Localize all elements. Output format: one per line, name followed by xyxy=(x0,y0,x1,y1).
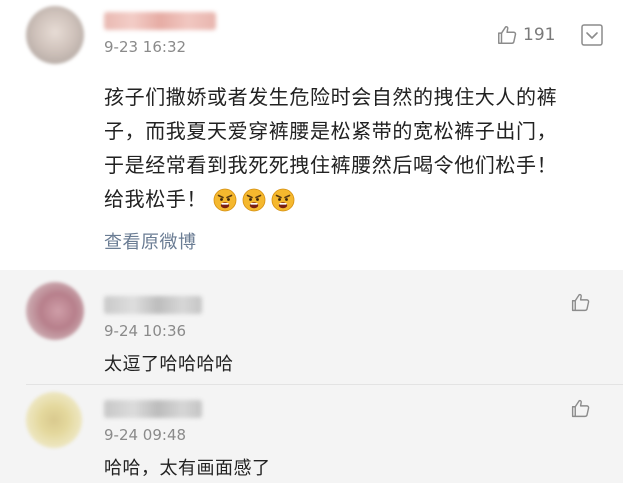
avatar[interactable] xyxy=(26,6,84,64)
emoji-row xyxy=(213,188,300,222)
thumbs-up-icon xyxy=(571,399,590,418)
reply-text: 哈哈，太有画面感了 xyxy=(104,458,271,479)
more-options-icon xyxy=(581,24,603,46)
reply-text: 太逗了哈哈哈哈 xyxy=(104,354,234,375)
main-comment: 9-23 16:32 191 孩子们撒娇或者发生危险时会自然的拽住大人的裤 子，… xyxy=(0,0,623,270)
thumbs-up-icon xyxy=(571,293,590,312)
angry-face-icon xyxy=(242,188,266,212)
reply-list: 9-24 10:36 太逗了哈哈哈哈 9-24 09:48 哈哈，太有画面感了 xyxy=(0,270,623,483)
like-button[interactable] xyxy=(570,398,591,419)
thumbs-up-icon xyxy=(498,26,517,44)
like-button[interactable] xyxy=(570,292,591,313)
avatar[interactable] xyxy=(26,282,84,340)
comment-line: 于是经常看到我死死拽住裤腰然后喝令他们松手！ xyxy=(104,153,558,177)
reply-timestamp: 9-24 09:48 xyxy=(104,426,187,444)
like-button[interactable]: 191 xyxy=(496,24,555,46)
like-count: 191 xyxy=(523,25,556,45)
username-blurred[interactable] xyxy=(104,12,216,30)
username-blurred[interactable] xyxy=(104,296,202,314)
view-original-link[interactable]: 查看原微博 xyxy=(104,228,197,254)
comment-line: 孩子们撒娇或者发生危险时会自然的拽住大人的裤 xyxy=(104,85,558,109)
more-options-button[interactable] xyxy=(581,24,603,46)
comment-line: 子，而我夏天爱穿裤腰是松紧带的宽松裤子出门， xyxy=(104,119,558,143)
username-blurred[interactable] xyxy=(104,400,202,418)
reply-item: 9-24 10:36 太逗了哈哈哈哈 xyxy=(0,270,623,376)
angry-face-icon xyxy=(271,188,295,212)
divider xyxy=(26,384,623,385)
reply-item: 9-24 09:48 哈哈，太有画面感了 xyxy=(0,388,623,494)
comment-line: 给我松手！ xyxy=(104,187,207,211)
angry-face-icon xyxy=(213,188,237,212)
avatar[interactable] xyxy=(26,392,82,448)
comment-line-last: 给我松手！ xyxy=(104,182,609,222)
comment-body: 孩子们撒娇或者发生危险时会自然的拽住大人的裤 子，而我夏天爱穿裤腰是松紧带的宽松… xyxy=(104,80,609,222)
comment-timestamp: 9-23 16:32 xyxy=(104,38,187,56)
reply-timestamp: 9-24 10:36 xyxy=(104,322,187,340)
